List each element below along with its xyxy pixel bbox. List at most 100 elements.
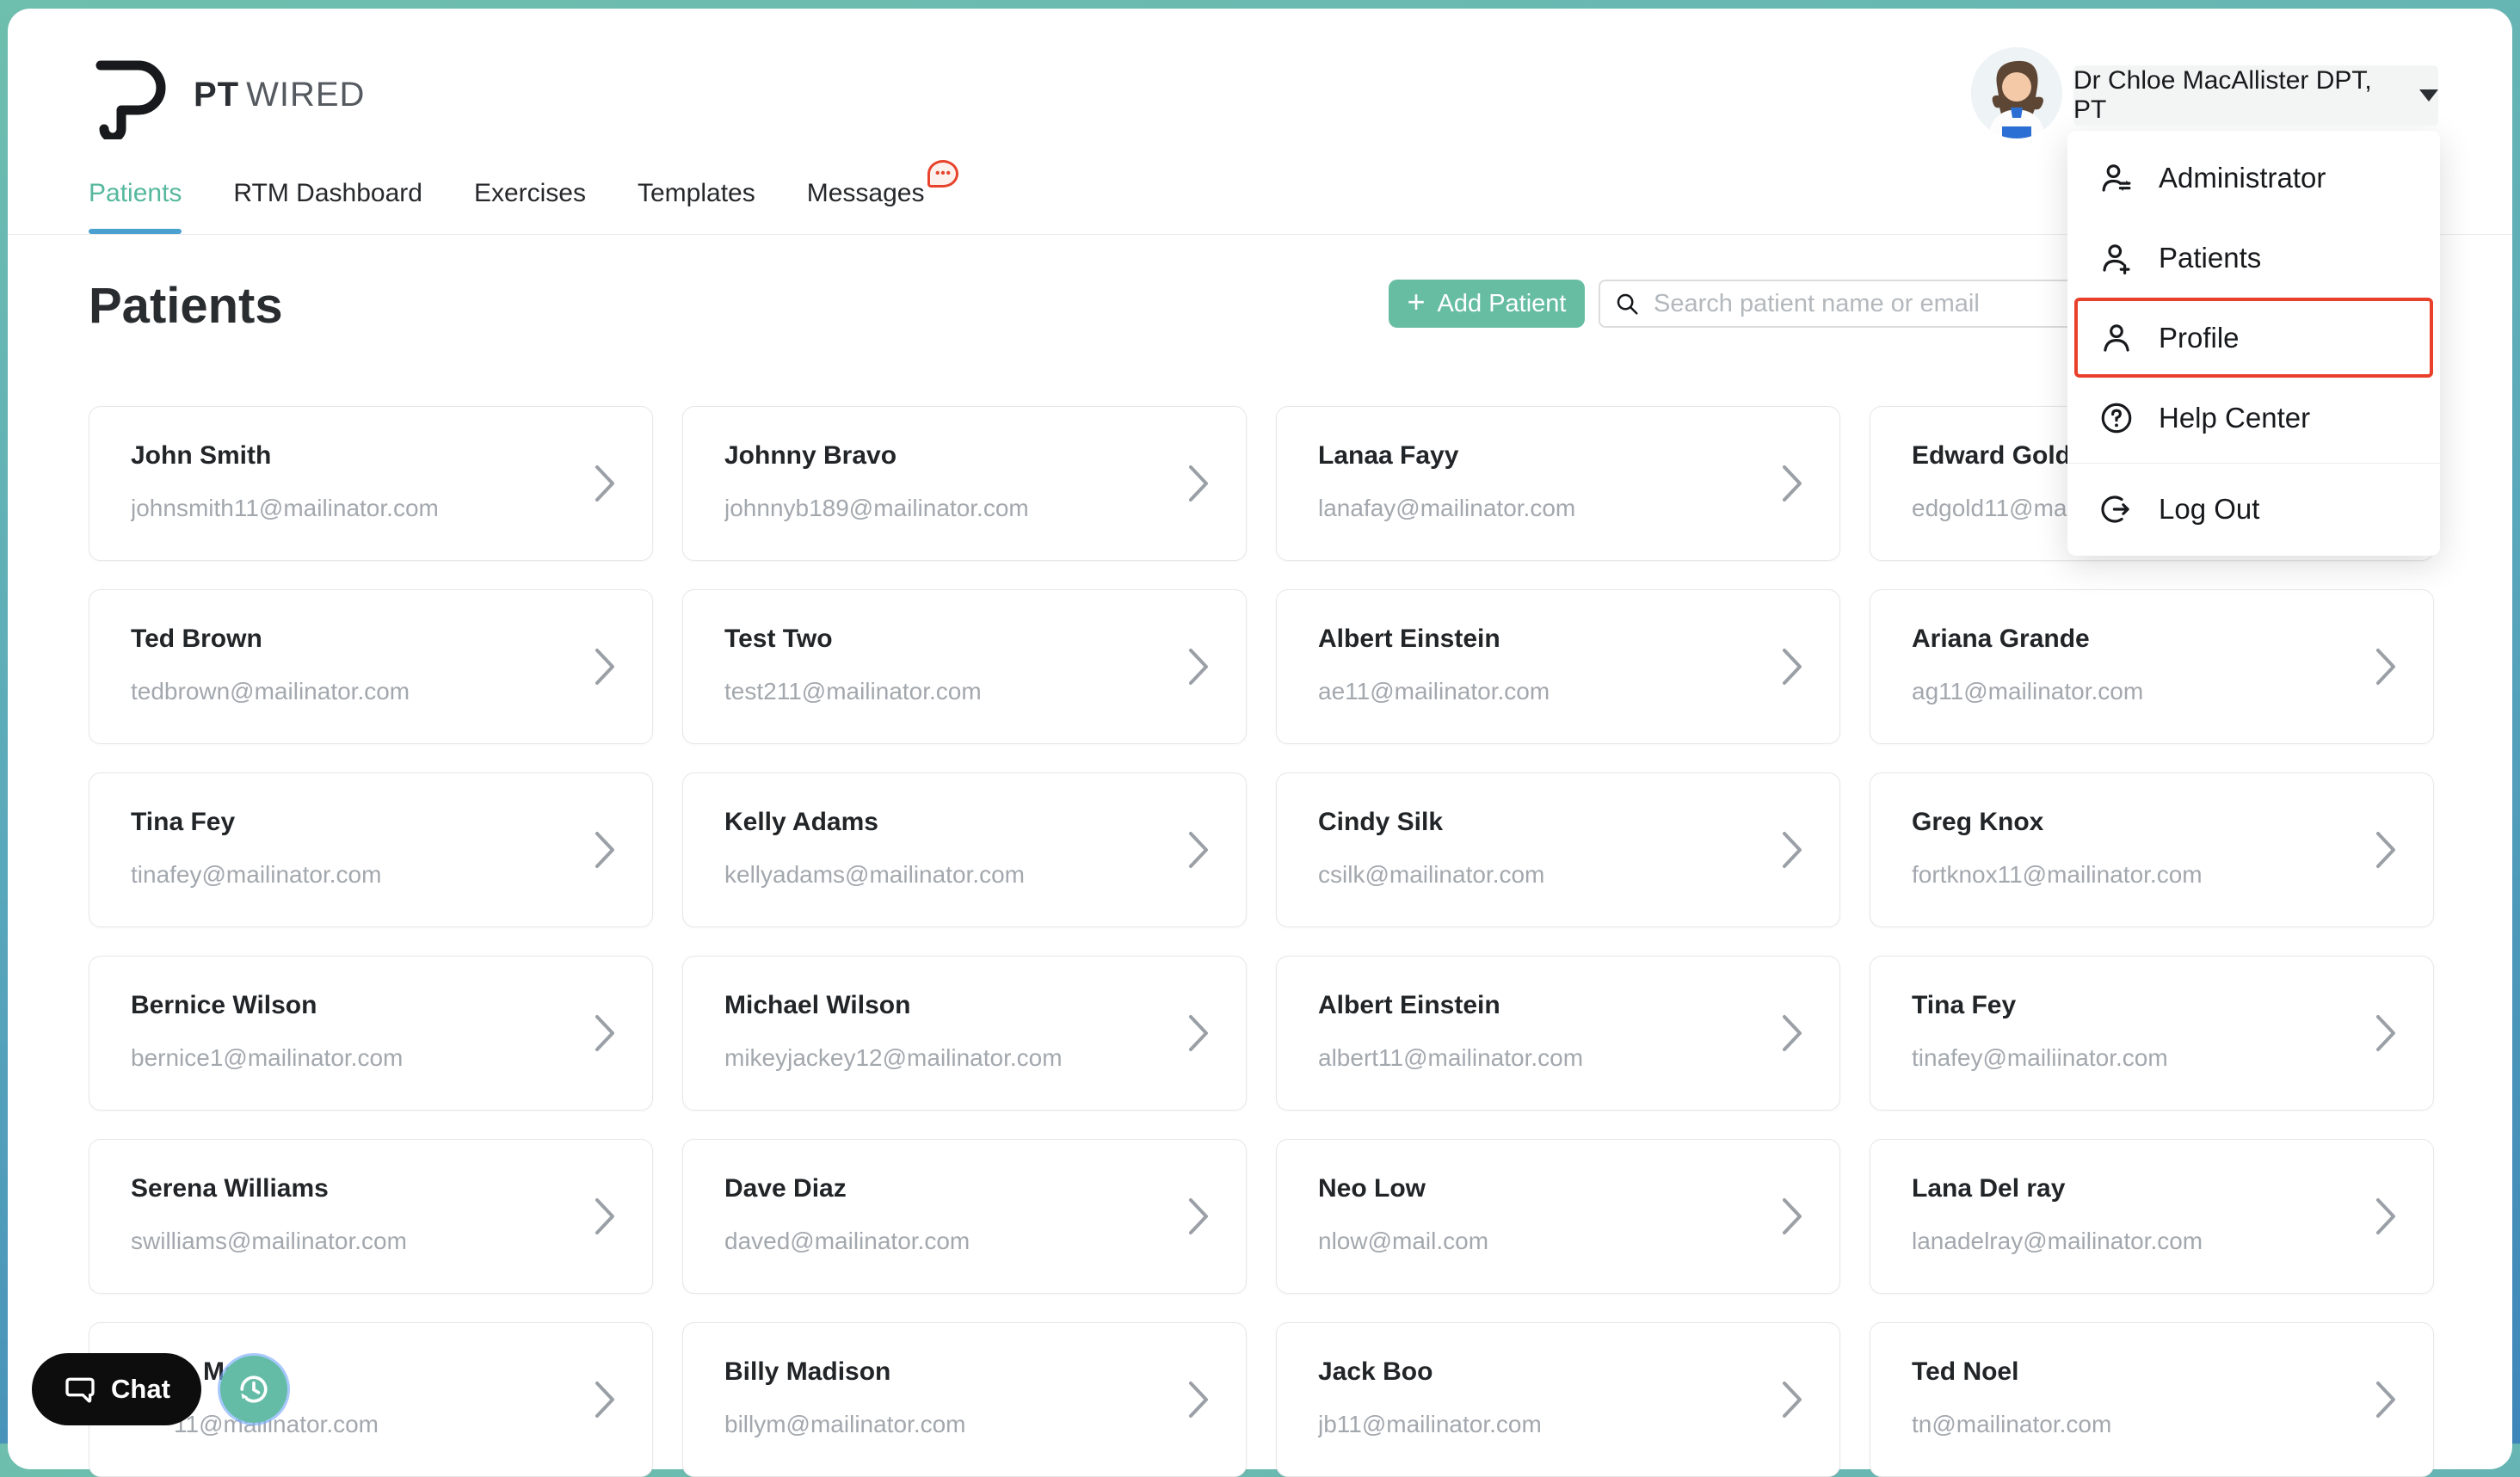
chevron-right-icon — [1187, 1013, 1210, 1053]
patient-card[interactable]: Greg Knox fortknox11@mailinator.com — [1870, 772, 2434, 927]
patient-card[interactable]: Ted Noel tn@mailinator.com — [1870, 1322, 2434, 1477]
avatar-image — [1971, 47, 2062, 138]
patient-email: test211@mailinator.com — [724, 678, 1168, 705]
patient-email: daved@mailinator.com — [724, 1228, 1168, 1255]
logo-text: PTWIRED — [194, 76, 365, 114]
patient-email: ae11@mailinator.com — [1318, 678, 1762, 705]
patient-card[interactable]: Kelly Adams kellyadams@mailinator.com — [682, 772, 1247, 927]
patient-card[interactable]: Tina Fey tinafey@mailinator.com — [89, 772, 653, 927]
patient-email: fortknox11@mailinator.com — [1912, 861, 2356, 889]
patient-name: Tina Fey — [1912, 991, 2356, 1020]
patient-name: Neo Low — [1318, 1174, 1762, 1203]
chevron-right-icon — [1187, 647, 1210, 686]
chevron-right-icon — [1781, 647, 1803, 686]
chevron-right-icon — [1187, 464, 1210, 503]
user-dropdown-menu: Administrator Patients Profile Help Cent… — [2067, 131, 2440, 556]
help-circle-icon — [2098, 400, 2135, 436]
patient-card[interactable]: Ted Brown tedbrown@mailinator.com — [89, 589, 653, 744]
patient-card[interactable]: Dave Diaz daved@mailinator.com — [682, 1139, 1247, 1294]
patient-email: lanafay@mailinator.com — [1318, 495, 1762, 522]
patient-card[interactable]: Test Two test211@mailinator.com — [682, 589, 1247, 744]
patient-card[interactable]: Albert Einstein ae11@mailinator.com — [1276, 589, 1840, 744]
user-plus-icon — [2098, 240, 2135, 276]
menu-item-label: Log Out — [2159, 493, 2259, 526]
patient-card[interactable]: Tina Fey tinafey@mailiinator.com — [1870, 956, 2434, 1111]
patient-name: Ted Brown — [131, 625, 575, 654]
user-switch-icon — [2098, 160, 2135, 196]
patient-card[interactable]: Lanaa Fayy lanafay@mailinator.com — [1276, 406, 1840, 561]
tab-messages[interactable]: Messages ••• — [807, 179, 925, 232]
patient-card[interactable]: John Smith johnsmith11@mailinator.com — [89, 406, 653, 561]
user-menu-trigger[interactable]: Dr Chloe MacAllister DPT, PT — [2073, 65, 2438, 126]
history-button[interactable] — [220, 1356, 287, 1423]
patient-card[interactable]: Jack Boo jb11@mailinator.com — [1276, 1322, 1840, 1477]
patient-email: johnsmith11@mailinator.com — [131, 495, 575, 522]
patient-email: bernice1@mailinator.com — [131, 1044, 575, 1072]
clock-history-icon — [235, 1370, 273, 1408]
add-patient-label: Add Patient — [1438, 290, 1567, 318]
patient-name: Greg Knox — [1912, 808, 2356, 837]
logo-text-light: WIRED — [246, 76, 365, 114]
menu-item-label: Patients — [2159, 242, 2261, 274]
patient-email: kellyadams@mailinator.com — [724, 861, 1168, 889]
add-patient-button[interactable]: + Add Patient — [1389, 280, 1585, 328]
patient-card[interactable]: Serena Williams swilliams@mailinator.com — [89, 1139, 653, 1294]
tab-rtm-dashboard[interactable]: RTM Dashboard — [233, 179, 422, 232]
pt-wired-logo: PTWIRED — [89, 50, 365, 139]
tab-patients[interactable]: Patients — [89, 179, 182, 232]
patient-name: Albert Einstein — [1318, 625, 1762, 654]
patient-name: Kelly Adams — [724, 808, 1168, 837]
patient-name: Bernice Wilson — [131, 991, 575, 1020]
patient-grid: John Smith johnsmith11@mailinator.com Jo… — [89, 406, 2434, 1477]
patient-card[interactable]: Albert Einstein albert11@mailinator.com — [1276, 956, 1840, 1111]
menu-divider — [2067, 463, 2440, 464]
user-avatar[interactable] — [1971, 47, 2062, 138]
chevron-right-icon — [594, 464, 616, 503]
patient-card[interactable]: Ariana Grande ag11@mailinator.com — [1870, 589, 2434, 744]
menu-item-profile[interactable]: Profile — [2074, 298, 2433, 378]
chat-button-label: Chat — [111, 1374, 170, 1405]
menu-item-label: Administrator — [2159, 162, 2326, 194]
menu-item-label: Help Center — [2159, 402, 2310, 434]
patient-card[interactable]: Billy Madison billym@mailinator.com — [682, 1322, 1247, 1477]
patient-email: csilk@mailinator.com — [1318, 861, 1762, 889]
chevron-right-icon — [1187, 1197, 1210, 1236]
patient-email: jb11@mailinator.com — [1318, 1411, 1762, 1438]
patient-name: Ariana Grande — [1912, 625, 2356, 654]
user-name: Dr Chloe MacAllister DPT, PT — [2073, 66, 2402, 125]
chevron-right-icon — [1781, 464, 1803, 503]
patient-card[interactable]: Johnny Bravo johnnyb189@mailinator.com — [682, 406, 1247, 561]
search-icon — [1614, 291, 1640, 317]
patient-card[interactable]: Neo Low nlow@mail.com — [1276, 1139, 1840, 1294]
patient-email: ag11@mailinator.com — [1912, 678, 2356, 705]
chat-button[interactable]: Chat — [32, 1353, 201, 1425]
patient-name: Albert Einstein — [1318, 991, 1762, 1020]
main-nav-tabs: Patients RTM Dashboard Exercises Templat… — [89, 179, 924, 232]
patient-email: tinafey@mailinator.com — [131, 861, 575, 889]
patient-card[interactable]: Cindy Silk csilk@mailinator.com — [1276, 772, 1840, 927]
menu-item-label: Profile — [2159, 322, 2240, 354]
patient-name: Billy Madison — [724, 1357, 1168, 1387]
menu-item-help-center[interactable]: Help Center — [2067, 378, 2440, 458]
patient-name: Johnny Bravo — [724, 441, 1168, 471]
tab-templates[interactable]: Templates — [638, 179, 755, 232]
patient-card[interactable]: Lana Del ray lanadelray@mailinator.com — [1870, 1139, 2434, 1294]
patient-email: johnnyb189@mailinator.com — [724, 495, 1168, 522]
chevron-right-icon — [1781, 1013, 1803, 1053]
patient-card[interactable]: Michael Wilson mikeyjackey12@mailinator.… — [682, 956, 1247, 1111]
patient-card[interactable]: Bernice Wilson bernice1@mailinator.com — [89, 956, 653, 1111]
patient-email: mikeyjackey12@mailinator.com — [724, 1044, 1168, 1072]
patient-email: tedbrown@mailinator.com — [131, 678, 575, 705]
menu-item-patients[interactable]: Patients — [2067, 218, 2440, 298]
tab-exercises[interactable]: Exercises — [474, 179, 586, 232]
page-title: Patients — [89, 277, 283, 335]
patient-name: Dave Diaz — [724, 1174, 1168, 1203]
menu-item-log-out[interactable]: Log Out — [2067, 469, 2440, 549]
tab-messages-label: Messages — [807, 179, 925, 207]
patient-name: Cindy Silk — [1318, 808, 1762, 837]
patient-email: albert11@mailinator.com — [1318, 1044, 1762, 1072]
menu-item-administrator[interactable]: Administrator — [2067, 138, 2440, 218]
patient-email: tn@mailinator.com — [1912, 1411, 2356, 1438]
patient-email: nlow@mail.com — [1318, 1228, 1762, 1255]
patient-email: billym@mailinator.com — [724, 1411, 1168, 1438]
